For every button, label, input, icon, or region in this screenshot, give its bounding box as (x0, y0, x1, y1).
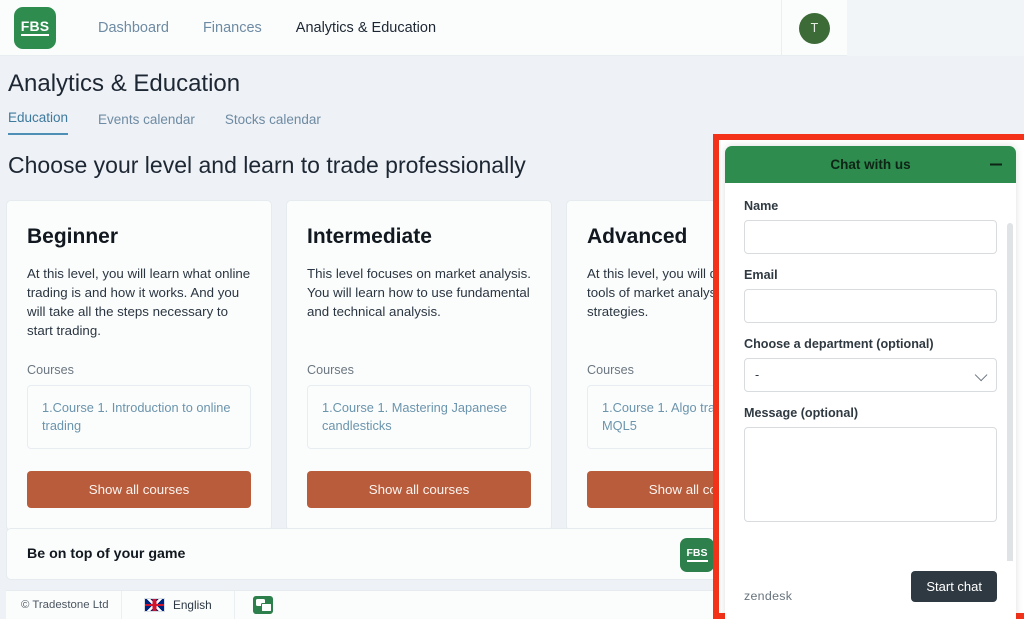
promo-fbs-logo-text: FBS (686, 548, 708, 562)
nav-user-area: T (781, 0, 847, 56)
avatar[interactable]: T (799, 12, 830, 44)
course-box: 1.Course 1. Mastering Japanese candlesti… (307, 384, 531, 449)
uk-flag-icon (144, 598, 165, 612)
page-title: Analytics & Education (8, 70, 241, 97)
courses-label: Courses (307, 362, 354, 377)
support-chat-icon[interactable] (252, 596, 273, 614)
top-navigation-bar: FBS Dashboard Finances Analytics & Educa… (0, 0, 847, 56)
nav-link-analytics-education[interactable]: Analytics & Education (279, 20, 453, 36)
chat-widget-highlight: Chat with us Name Email Choose a departm… (713, 134, 1024, 619)
chat-scrollbar[interactable] (1007, 223, 1013, 561)
copyright-text: © Tradestone Ltd (21, 599, 109, 611)
chat-header: Chat with us (725, 146, 1016, 183)
show-all-courses-button[interactable]: Show all courses (307, 470, 531, 508)
course-link[interactable]: 1.Course 1. Introduction to online tradi… (42, 399, 236, 435)
minimize-icon[interactable] (988, 157, 1003, 172)
promo-fbs-logo[interactable]: FBS (680, 538, 714, 572)
zendesk-brand: zendesk (744, 589, 793, 603)
language-selector[interactable]: English (122, 598, 234, 612)
card-description: At this level, you will learn what onlin… (27, 266, 251, 338)
department-selected-value: - (755, 368, 760, 382)
chat-footer: Start chat zendesk (725, 561, 1016, 619)
page-root: FBS Dashboard Finances Analytics & Educa… (0, 0, 1024, 619)
start-chat-button[interactable]: Start chat (911, 571, 997, 602)
tab-events-calendar[interactable]: Events calendar (98, 112, 195, 135)
fbs-logo[interactable]: FBS (14, 6, 56, 49)
chat-form: Name Email Choose a department (optional… (725, 183, 1016, 561)
card-title: Intermediate (307, 225, 432, 248)
course-box: 1.Course 1. Introduction to online tradi… (27, 384, 251, 449)
courses-label: Courses (27, 362, 74, 377)
name-input[interactable] (744, 220, 997, 254)
fbs-logo-text: FBS (20, 18, 50, 36)
chevron-down-icon (974, 368, 988, 382)
show-all-courses-button[interactable]: Show all courses (27, 470, 251, 508)
name-label: Name (744, 199, 779, 213)
nav-links: Dashboard Finances Analytics & Education (81, 20, 453, 36)
chat-widget: Chat with us Name Email Choose a departm… (725, 146, 1016, 619)
card-title: Beginner (27, 225, 119, 248)
nav-filler (847, 0, 1024, 56)
nav-link-finances[interactable]: Finances (186, 20, 279, 36)
message-label: Message (optional) (744, 406, 859, 420)
email-input[interactable] (744, 289, 997, 323)
tab-education[interactable]: Education (8, 110, 69, 135)
card-description: This level focuses on market analysis. Y… (307, 266, 531, 319)
message-textarea[interactable] (744, 427, 997, 522)
department-label: Choose a department (optional) (744, 337, 934, 351)
card-beginner: Beginner At this level, you will learn w… (6, 200, 272, 531)
level-cards: Beginner At this level, you will learn w… (6, 200, 832, 531)
department-select[interactable]: - (744, 358, 997, 392)
tab-bar: Education Events calendar Stocks calenda… (8, 110, 351, 135)
email-label: Email (744, 268, 778, 282)
card-intermediate: Intermediate This level focuses on marke… (286, 200, 552, 531)
promo-text: Be on top of your game (27, 546, 186, 562)
course-link[interactable]: 1.Course 1. Mastering Japanese candlesti… (322, 399, 516, 435)
tab-stocks-calendar[interactable]: Stocks calendar (225, 112, 321, 135)
language-label: English (173, 598, 212, 612)
chat-title: Chat with us (830, 157, 911, 172)
section-heading: Choose your level and learn to trade pro… (8, 152, 526, 178)
nav-link-dashboard[interactable]: Dashboard (81, 20, 186, 36)
